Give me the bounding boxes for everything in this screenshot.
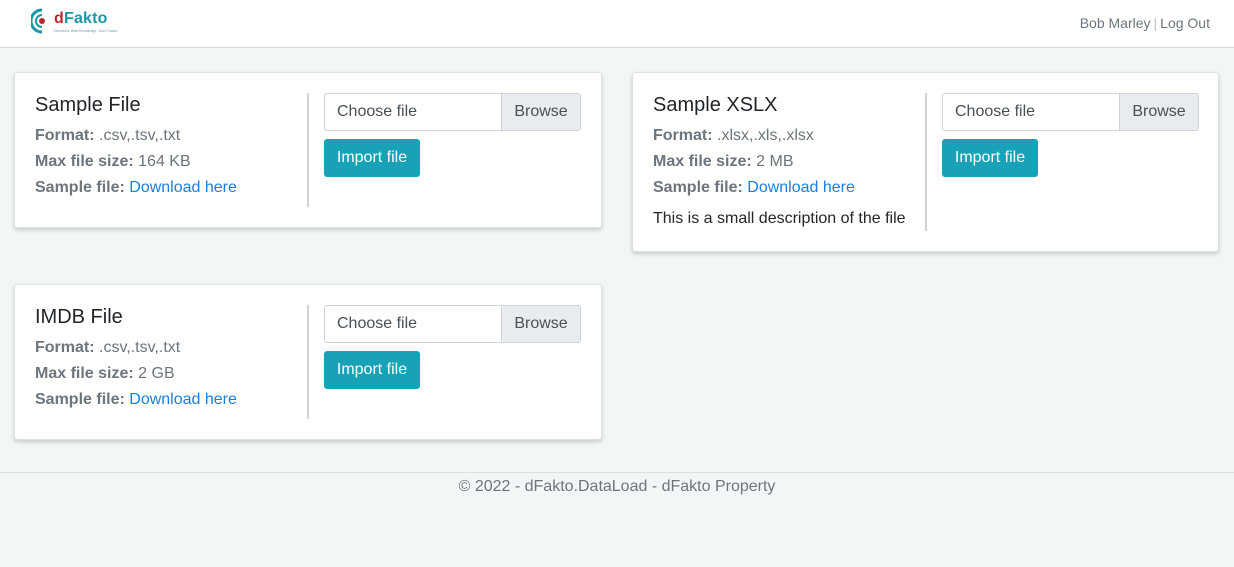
card-info: IMDB File Format: .csv,.tsv,.txt Max fil… xyxy=(35,305,305,413)
sample-row: Sample file: Download here xyxy=(653,175,923,201)
sample-label: Sample file: xyxy=(35,391,125,408)
user-name[interactable]: Bob Marley xyxy=(1080,15,1151,31)
import-file-button[interactable]: Import file xyxy=(324,139,420,177)
format-value: .xlsx,.xls,.xlsx xyxy=(717,127,814,144)
card-title: Sample XSLX xyxy=(653,94,778,116)
logo-mark-icon xyxy=(31,8,45,34)
import-file-button[interactable]: Import file xyxy=(942,139,1038,177)
browse-button[interactable]: Browse xyxy=(501,94,580,130)
logo-wordmark: dFakto xyxy=(54,10,108,28)
max-size-label: Max file size: xyxy=(35,365,134,382)
file-chooser[interactable]: Choose file Browse xyxy=(324,93,581,131)
format-row: Format: .csv,.tsv,.txt xyxy=(35,123,305,149)
nav-separator: | xyxy=(1153,15,1158,31)
card-divider xyxy=(925,93,927,231)
user-menu: Bob Marley | Log Out xyxy=(1080,15,1210,31)
card-divider xyxy=(307,305,309,419)
max-size-value: 2 GB xyxy=(138,365,175,382)
sample-label: Sample file: xyxy=(35,179,125,196)
max-size-label: Max file size: xyxy=(653,153,752,170)
card-title: IMDB File xyxy=(35,306,123,328)
format-value: .csv,.tsv,.txt xyxy=(99,339,181,356)
logo-letter-d: d xyxy=(54,10,64,27)
navbar: dFakto Decisions. Best Knowledge. Your C… xyxy=(0,0,1234,48)
file-chooser[interactable]: Choose file Browse xyxy=(324,305,581,343)
footer-copyright: © 2022 - dFakto.DataLoad - dFakto Proper… xyxy=(458,478,776,495)
file-description: This is a small description of the file xyxy=(653,210,906,227)
card-info: Sample XSLX Format: .xlsx,.xls,.xlsx Max… xyxy=(653,93,923,231)
card-info: Sample File Format: .csv,.tsv,.txt Max f… xyxy=(35,93,305,201)
max-size-value: 164 KB xyxy=(138,153,191,170)
format-label: Format: xyxy=(653,127,713,144)
format-value: .csv,.tsv,.txt xyxy=(99,127,181,144)
max-size-label: Max file size: xyxy=(35,153,134,170)
format-row: Format: .xlsx,.xls,.xlsx xyxy=(653,123,923,149)
file-chooser-placeholder: Choose file xyxy=(955,103,1036,120)
download-link[interactable]: Download here xyxy=(747,179,855,196)
dfakto-logo[interactable]: dFakto Decisions. Best Knowledge. Your C… xyxy=(31,8,121,36)
sample-row: Sample file: Download here xyxy=(35,175,305,201)
card-divider xyxy=(307,93,309,207)
logout-link[interactable]: Log Out xyxy=(1160,15,1210,31)
upload-card-sample-file: Sample File Format: .csv,.tsv,.txt Max f… xyxy=(14,72,602,228)
logo-tagline: Decisions. Best Knowledge. Your Choice. xyxy=(54,29,119,33)
format-label: Format: xyxy=(35,127,95,144)
max-size-row: Max file size: 164 KB xyxy=(35,149,305,175)
download-link[interactable]: Download here xyxy=(129,391,237,408)
upload-card-sample-xslx: Sample XSLX Format: .xlsx,.xls,.xlsx Max… xyxy=(632,72,1219,252)
format-label: Format: xyxy=(35,339,95,356)
max-size-row: Max file size: 2 MB xyxy=(653,149,923,175)
file-chooser-placeholder: Choose file xyxy=(337,315,418,332)
max-size-row: Max file size: 2 GB xyxy=(35,361,305,387)
logo-letters-fakto: Fakto xyxy=(63,10,108,27)
upload-card-imdb-file: IMDB File Format: .csv,.tsv,.txt Max fil… xyxy=(14,284,602,440)
max-size-value: 2 MB xyxy=(756,153,794,170)
format-row: Format: .csv,.tsv,.txt xyxy=(35,335,305,361)
card-title: Sample File xyxy=(35,94,141,116)
file-chooser-placeholder: Choose file xyxy=(337,103,418,120)
sample-row: Sample file: Download here xyxy=(35,387,305,413)
download-link[interactable]: Download here xyxy=(129,179,237,196)
file-chooser[interactable]: Choose file Browse xyxy=(942,93,1199,131)
browse-button[interactable]: Browse xyxy=(501,306,580,342)
import-file-button[interactable]: Import file xyxy=(324,351,420,389)
footer: © 2022 - dFakto.DataLoad - dFakto Proper… xyxy=(0,472,1234,567)
browse-button[interactable]: Browse xyxy=(1119,94,1198,130)
sample-label: Sample file: xyxy=(653,179,743,196)
